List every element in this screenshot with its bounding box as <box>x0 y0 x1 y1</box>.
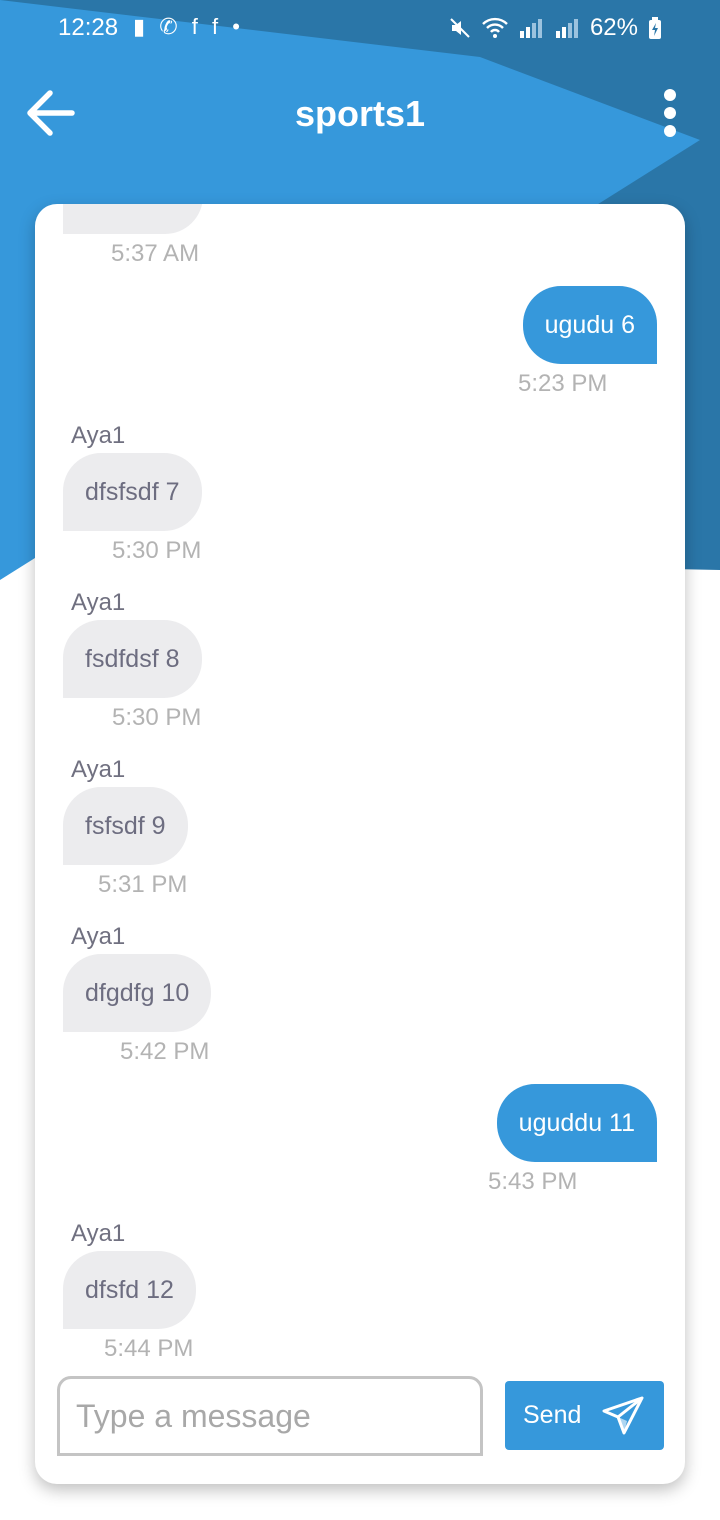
message-time: 5:30 PM <box>112 704 202 731</box>
message-bubble-outgoing: uguddu 11 <box>496 1084 657 1162</box>
message-sender: Aya1 <box>71 589 126 616</box>
message-sender: Aya1 <box>71 923 126 950</box>
notification-icons: ▮ ✆ f f • <box>133 14 244 39</box>
message-time: 5:42 PM <box>120 1038 210 1065</box>
message-input[interactable] <box>57 1376 483 1456</box>
more-vertical-icon[interactable] <box>650 85 690 141</box>
signal-icon <box>519 19 542 38</box>
message-bubble-outgoing: ugudu 6 <box>522 286 657 364</box>
battery-percent: 62% <box>589 14 638 41</box>
message-sender: Aya1 <box>71 756 126 783</box>
signal-icon <box>555 19 578 38</box>
status-bar: 12:28 ▮ ✆ f f • 62% <box>0 0 720 57</box>
wifi-icon <box>482 17 508 38</box>
send-label: Send <box>523 1401 582 1429</box>
message-bubble-incoming: dfgdfg 10 <box>63 954 212 1032</box>
status-time: 12:28 <box>58 14 119 41</box>
chat-card: 5:37 AM ugudu 6 5:23 PM Aya1 dfsfsdf 7 5… <box>35 204 685 1484</box>
message-bubble-incoming: dfsfsdf 7 <box>63 453 202 531</box>
message-bubble-incoming: dfsfd 12 <box>63 1251 196 1329</box>
message-time: 5:43 PM <box>488 1168 578 1195</box>
page-title: sports1 <box>294 93 426 134</box>
send-button[interactable]: Send <box>505 1381 664 1450</box>
message-list[interactable]: 5:37 AM ugudu 6 5:23 PM Aya1 dfsfsdf 7 5… <box>35 204 685 1364</box>
message-time: 5:44 PM <box>104 1335 194 1362</box>
message-bubble-incoming <box>63 204 203 234</box>
message-sender: Aya1 <box>71 422 126 449</box>
message-time: 5:23 PM <box>518 370 608 397</box>
message-time: 5:37 AM <box>111 240 200 267</box>
battery-icon <box>649 17 661 39</box>
mute-icon <box>450 18 470 38</box>
message-time: 5:31 PM <box>98 871 188 898</box>
message-bubble-incoming: fsdfdsf 8 <box>63 620 202 698</box>
app-bar: sports1 <box>0 57 720 172</box>
paper-plane-icon <box>602 1396 644 1435</box>
message-bubble-incoming: fsfsdf 9 <box>63 787 188 865</box>
message-sender: Aya1 <box>71 1220 126 1247</box>
status-right: 62% <box>448 14 662 42</box>
message-time: 5:30 PM <box>112 537 202 564</box>
